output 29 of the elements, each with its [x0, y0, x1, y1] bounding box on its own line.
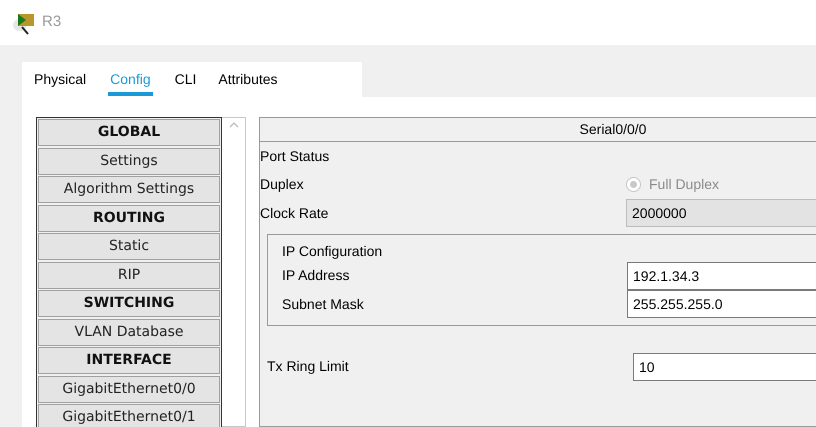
scrollbar[interactable] [222, 117, 246, 427]
input-field[interactable]: 192.1.34.3 [627, 262, 816, 290]
tab[interactable]: CLI [174, 69, 196, 96]
sidebar-item[interactable]: RIP [38, 262, 220, 288]
section-header: ROUTING [38, 204, 220, 232]
section-header: INTERFACE [38, 347, 220, 374]
group-title: IP Configuration [282, 242, 384, 261]
sidebar-item[interactable]: Algorithm Settings [38, 176, 220, 203]
sidebar-item[interactable]: VLAN Database [38, 318, 220, 346]
field-label: IP Address [282, 266, 350, 286]
scroll-up-icon[interactable] [228, 122, 238, 128]
input-field[interactable]: 255.255.255.0 [627, 290, 816, 318]
field-label: Duplex [260, 175, 305, 194]
sidebar-item[interactable]: GigabitEthernet0/1 [38, 404, 220, 427]
field-label: Port Status [260, 146, 330, 166]
tab[interactable]: Attributes [218, 69, 278, 96]
field-label: Subnet Mask [282, 294, 365, 314]
panel-title: Serial0/0/0 [260, 118, 816, 142]
field-label: Clock Rate [260, 204, 330, 223]
window-title: R3 [42, 12, 62, 32]
radio-label: Full Duplex [649, 175, 720, 194]
section-header: GLOBAL [38, 119, 220, 146]
field-label: Tx Ring Limit [267, 357, 350, 376]
sidebar-item[interactable]: Settings [38, 148, 220, 174]
section-header: SWITCHING [38, 290, 220, 317]
input-field[interactable]: 10 [633, 352, 816, 381]
sidebar-item[interactable]: GigabitEthernet0/0 [38, 376, 220, 402]
sidebar-item[interactable]: Static [38, 233, 220, 260]
tab[interactable]: Physical [34, 69, 86, 96]
